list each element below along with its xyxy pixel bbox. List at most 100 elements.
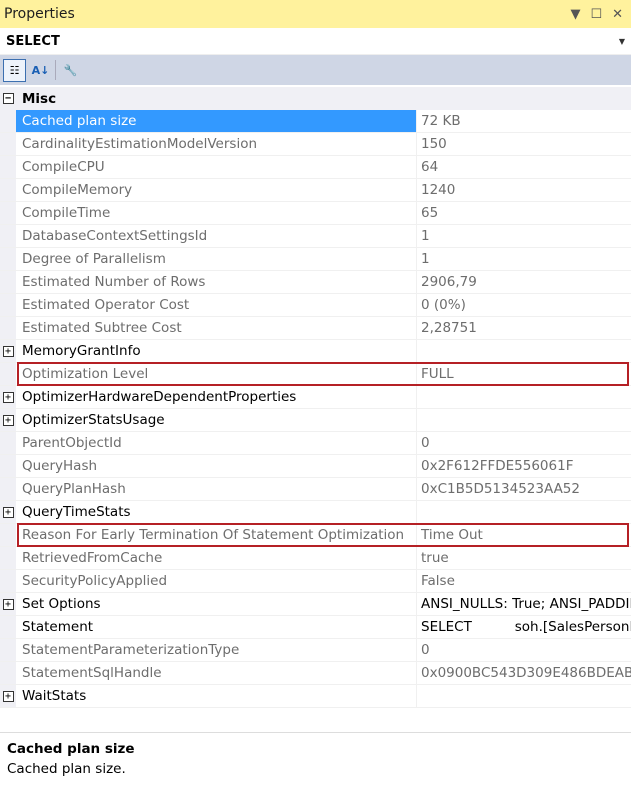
property-row[interactable]: StatementSqlHandle 0x0900BC543D309E486BDE…: [0, 662, 631, 685]
property-row[interactable]: Degree of Parallelism 1: [0, 248, 631, 271]
property-row[interactable]: + OptimizerHardwareDependentProperties: [0, 386, 631, 409]
property-row[interactable]: Cached plan size 72 KB: [0, 110, 631, 133]
property-value[interactable]: [417, 501, 631, 523]
property-name[interactable]: OptimizerHardwareDependentProperties: [16, 386, 417, 408]
property-name[interactable]: QueryTimeStats: [16, 501, 417, 523]
property-value[interactable]: 64: [417, 156, 631, 178]
property-row[interactable]: CompileMemory 1240: [0, 179, 631, 202]
property-name[interactable]: MemoryGrantInfo: [16, 340, 417, 362]
property-name[interactable]: StatementParameterizationType: [16, 639, 417, 661]
property-name[interactable]: Estimated Number of Rows: [16, 271, 417, 293]
property-value[interactable]: 0 (0%): [417, 294, 631, 316]
property-value[interactable]: true: [417, 547, 631, 569]
property-row[interactable]: Optimization Level FULL: [0, 362, 631, 386]
property-row[interactable]: + MemoryGrantInfo: [0, 340, 631, 363]
expand-icon[interactable]: +: [2, 690, 14, 702]
property-value[interactable]: [417, 685, 631, 707]
row-gutter: [0, 363, 16, 385]
row-gutter: [0, 639, 16, 661]
property-value[interactable]: [417, 386, 631, 408]
categorized-icon[interactable]: ☷: [3, 58, 26, 82]
expand-icon[interactable]: +: [2, 414, 14, 426]
property-value[interactable]: 0x0900BC543D309E486BDEAB9: [417, 662, 631, 684]
close-icon[interactable]: ✕: [612, 7, 623, 22]
property-name[interactable]: OptimizerStatsUsage: [16, 409, 417, 431]
property-name[interactable]: SecurityPolicyApplied: [16, 570, 417, 592]
property-name[interactable]: RetrievedFromCache: [16, 547, 417, 569]
collapse-icon[interactable]: −: [2, 93, 14, 104]
property-row[interactable]: + WaitStats: [0, 685, 631, 708]
property-value[interactable]: 2906,79: [417, 271, 631, 293]
property-value[interactable]: 0: [417, 432, 631, 454]
property-value[interactable]: 72 KB: [417, 110, 631, 132]
property-row[interactable]: QueryHash 0x2F612FFDE556061F: [0, 455, 631, 478]
property-row[interactable]: DatabaseContextSettingsId 1: [0, 225, 631, 248]
property-name[interactable]: Set Options: [16, 593, 417, 615]
property-name[interactable]: DatabaseContextSettingsId: [16, 225, 417, 247]
property-name[interactable]: Estimated Subtree Cost: [16, 317, 417, 339]
property-name[interactable]: StatementSqlHandle: [16, 662, 417, 684]
property-name[interactable]: WaitStats: [16, 685, 417, 707]
category-misc[interactable]: − Misc: [0, 87, 631, 110]
property-row[interactable]: + Set Options ANSI_NULLS: True; ANSI_PADDI…: [0, 593, 631, 616]
property-row[interactable]: Reason For Early Termination Of Statemen…: [0, 523, 631, 547]
property-name[interactable]: Estimated Operator Cost: [16, 294, 417, 316]
maximize-icon[interactable]: ☐: [590, 7, 602, 22]
property-row[interactable]: Estimated Subtree Cost 2,28751: [0, 317, 631, 340]
property-row[interactable]: + OptimizerStatsUsage: [0, 409, 631, 432]
property-name[interactable]: Optimization Level: [16, 363, 417, 385]
property-name[interactable]: Cached plan size: [16, 110, 417, 132]
property-row[interactable]: QueryPlanHash 0xC1B5D5134523AA52: [0, 478, 631, 501]
property-value[interactable]: [417, 409, 631, 431]
property-value[interactable]: 2,28751: [417, 317, 631, 339]
property-name[interactable]: QueryHash: [16, 455, 417, 477]
property-row[interactable]: + QueryTimeStats: [0, 501, 631, 524]
expand-icon[interactable]: +: [2, 598, 14, 610]
property-value[interactable]: SELECT soh.[SalesPersonID]: [417, 616, 631, 638]
property-value[interactable]: ANSI_NULLS: True; ANSI_PADDING: [417, 593, 631, 615]
object-selector[interactable]: SELECT ▼: [0, 28, 631, 55]
property-row[interactable]: RetrievedFromCache true: [0, 547, 631, 570]
property-pages-wrench-icon: 🔧: [63, 63, 78, 77]
property-value[interactable]: 150: [417, 133, 631, 155]
property-row[interactable]: CompileTime 65: [0, 202, 631, 225]
property-value[interactable]: 0x2F612FFDE556061F: [417, 455, 631, 477]
property-name[interactable]: CompileTime: [16, 202, 417, 224]
property-row[interactable]: CardinalityEstimationModelVersion 150: [0, 133, 631, 156]
property-name[interactable]: CardinalityEstimationModelVersion: [16, 133, 417, 155]
property-value[interactable]: 0: [417, 639, 631, 661]
property-name[interactable]: CompileMemory: [16, 179, 417, 201]
chevron-down-icon[interactable]: ▼: [619, 37, 631, 46]
property-name[interactable]: Statement: [16, 616, 417, 638]
property-name[interactable]: Reason For Early Termination Of Statemen…: [16, 524, 417, 546]
alphabetical-sort-icon[interactable]: A↓: [29, 59, 52, 82]
property-row[interactable]: Statement SELECT soh.[SalesPersonID]: [0, 616, 631, 639]
property-value[interactable]: 1: [417, 248, 631, 270]
row-gutter: +: [0, 409, 16, 431]
row-gutter: [0, 179, 16, 201]
property-value[interactable]: False: [417, 570, 631, 592]
property-value[interactable]: [417, 340, 631, 362]
property-value[interactable]: FULL: [417, 363, 631, 385]
property-value[interactable]: 0xC1B5D5134523AA52: [417, 478, 631, 500]
window-position-icon[interactable]: ▼: [570, 7, 580, 22]
property-value[interactable]: Time Out: [417, 524, 631, 546]
expand-icon[interactable]: +: [2, 345, 14, 357]
expand-icon[interactable]: +: [2, 391, 14, 403]
property-row[interactable]: CompileCPU 64: [0, 156, 631, 179]
object-selector-value: SELECT: [6, 33, 60, 49]
property-name[interactable]: Degree of Parallelism: [16, 248, 417, 270]
property-name[interactable]: QueryPlanHash: [16, 478, 417, 500]
expand-icon[interactable]: +: [2, 506, 14, 518]
property-value[interactable]: 1: [417, 225, 631, 247]
property-row[interactable]: ParentObjectId 0: [0, 432, 631, 455]
property-value[interactable]: 1240: [417, 179, 631, 201]
property-row[interactable]: StatementParameterizationType 0: [0, 639, 631, 662]
property-row[interactable]: Estimated Operator Cost 0 (0%): [0, 294, 631, 317]
row-gutter: +: [0, 386, 16, 408]
property-name[interactable]: CompileCPU: [16, 156, 417, 178]
property-row[interactable]: SecurityPolicyApplied False: [0, 570, 631, 593]
property-name[interactable]: ParentObjectId: [16, 432, 417, 454]
property-row[interactable]: Estimated Number of Rows 2906,79: [0, 271, 631, 294]
property-value[interactable]: 65: [417, 202, 631, 224]
